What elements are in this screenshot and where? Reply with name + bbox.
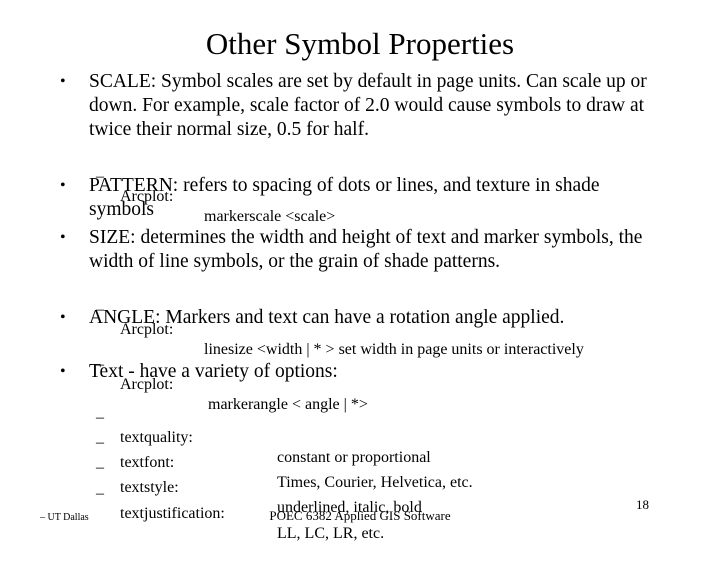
footer-course-title: POEC 6382 Applied GIS Software bbox=[269, 508, 451, 523]
page-number: 18 bbox=[636, 497, 649, 512]
option-label: textstyle: bbox=[120, 479, 179, 496]
bullet-text: SCALE: Symbol scales are set by default … bbox=[89, 71, 647, 140]
bullet-angle: • ANGLE: Markers and text can have a rot… bbox=[60, 306, 660, 330]
slide-title: Other Symbol Properties bbox=[205, 26, 515, 61]
subitem-value: linesize <width | * > set width in page … bbox=[204, 341, 584, 358]
bullet-icon: • bbox=[60, 309, 66, 326]
bullet-text-options: • Text - have a variety of options: bbox=[60, 360, 660, 384]
option-value: constant or proportional bbox=[277, 449, 431, 466]
bullet-pattern: • PATTERN: refers to spacing of dots or … bbox=[60, 174, 660, 222]
bullet-icon: • bbox=[60, 229, 66, 246]
bullet-text: SIZE: determines the width and height of… bbox=[89, 227, 643, 272]
bullet-icon: • bbox=[60, 177, 66, 194]
bullet-text: Text - have a variety of options: bbox=[89, 361, 338, 382]
dash-icon: – bbox=[96, 485, 104, 502]
option-label: textfont: bbox=[120, 454, 175, 471]
bullet-text: ANGLE: Markers and text can have a rotat… bbox=[89, 307, 565, 328]
bullet-text: PATTERN: refers to spacing of dots or li… bbox=[89, 175, 600, 220]
subitem-value: markerangle < angle | *> bbox=[208, 396, 368, 413]
bullet-icon: • bbox=[60, 363, 66, 380]
bullet-scale: • SCALE: Symbol scales are set by defaul… bbox=[60, 70, 660, 142]
bullet-icon: • bbox=[60, 73, 66, 90]
option-value: Times, Courier, Helvetica, etc. bbox=[277, 474, 473, 491]
bullet-size: • SIZE: determines the width and height … bbox=[60, 226, 660, 274]
option-value: LL, LC, LR, etc. bbox=[277, 525, 385, 542]
option-label: textquality: bbox=[120, 429, 193, 446]
